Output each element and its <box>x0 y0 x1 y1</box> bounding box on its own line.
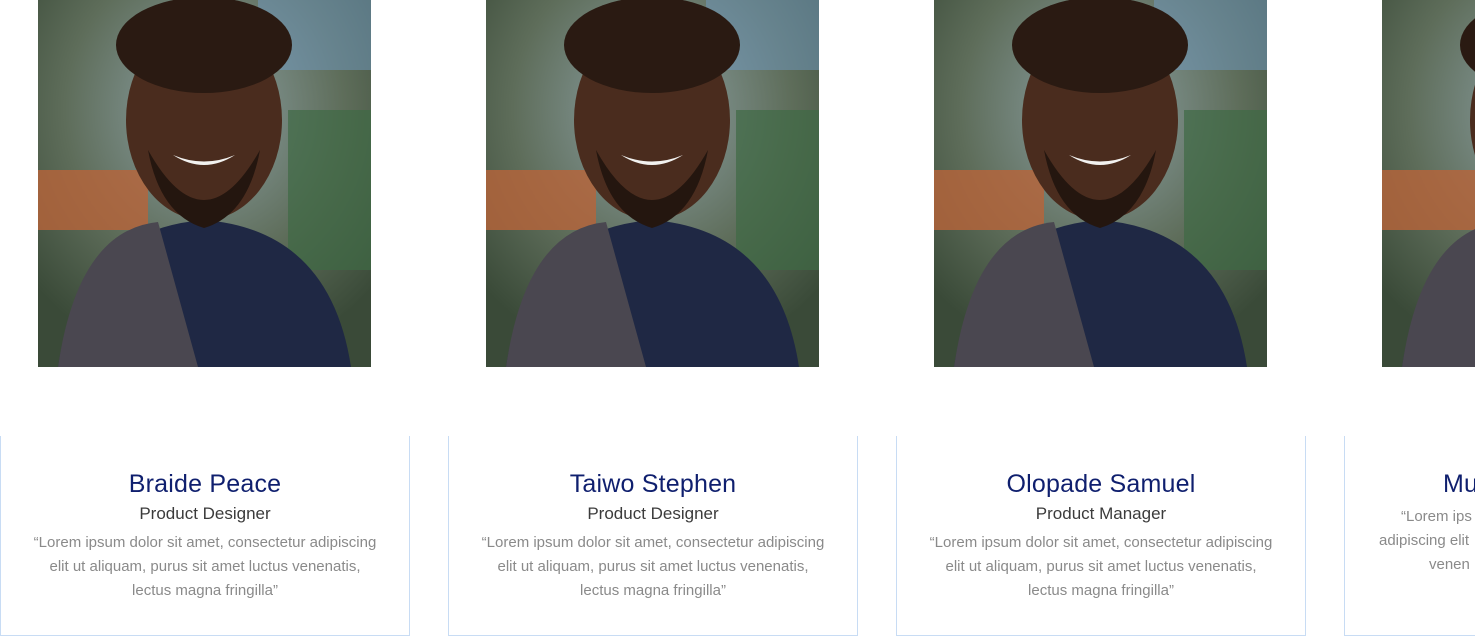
member-quote-line: venen <box>1429 556 1470 573</box>
team-member-photo <box>486 0 819 367</box>
team-card: Taiwo Stephen Product Designer “Lorem ip… <box>448 0 858 637</box>
member-quote: “Lorem ipsum dolor sit amet, consectetur… <box>481 534 825 599</box>
team-card-info: Braide Peace Product Designer “Lorem ips… <box>0 436 410 636</box>
team-member-photo <box>934 0 1267 367</box>
team-card-info: Olopade Samuel Product Manager “Lorem ip… <box>896 436 1306 636</box>
team-carousel[interactable]: Braide Peace Product Designer “Lorem ips… <box>0 0 1475 637</box>
member-name: Olopade Samuel <box>1006 470 1196 498</box>
team-card-info: Mu “Lorem ips adipiscing elit venen <box>1344 436 1475 636</box>
member-role: Product Designer <box>139 504 271 523</box>
member-role: Product Designer <box>587 504 719 523</box>
team-card: Mu “Lorem ips adipiscing elit venen <box>1344 0 1475 637</box>
member-name: Braide Peace <box>128 470 282 498</box>
member-quote-line: adipiscing elit <box>1379 532 1470 549</box>
team-card: Olopade Samuel Product Manager “Lorem ip… <box>896 0 1306 637</box>
member-name: Taiwo Stephen <box>569 470 737 498</box>
team-member-photo <box>38 0 371 367</box>
member-role: Product Manager <box>1035 504 1167 523</box>
member-quote: “Lorem ipsum dolor sit amet, consectetur… <box>929 534 1273 599</box>
team-member-photo <box>1382 0 1475 367</box>
member-quote: “Lorem ipsum dolor sit amet, consectetur… <box>33 534 377 599</box>
team-card-info: Taiwo Stephen Product Designer “Lorem ip… <box>448 436 858 636</box>
member-quote-line: “Lorem ips <box>1401 508 1472 525</box>
member-name: Mu <box>1443 470 1475 498</box>
team-card: Braide Peace Product Designer “Lorem ips… <box>0 0 410 637</box>
member-quote: “Lorem ips adipiscing elit venen <box>1345 505 1475 577</box>
